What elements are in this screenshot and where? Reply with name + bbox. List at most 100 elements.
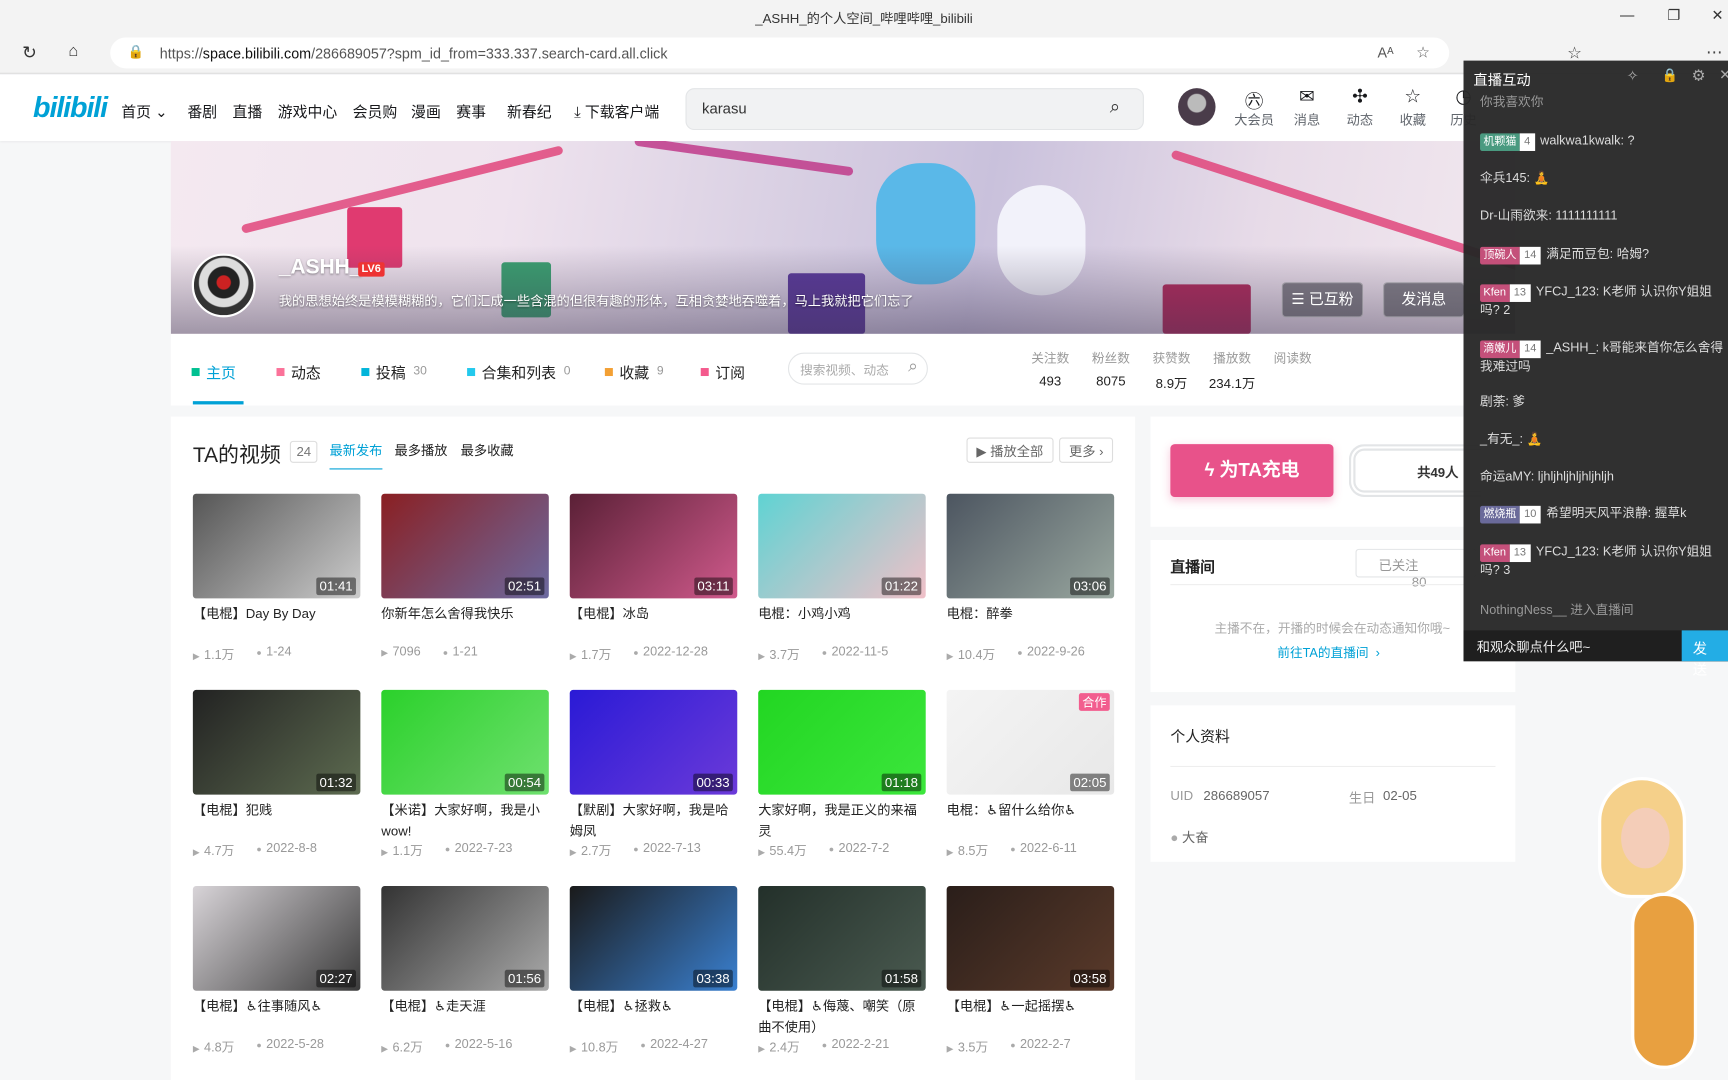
tab-1[interactable]: ■ 动态 bbox=[276, 360, 321, 382]
video-thumbnail[interactable]: 01:32 bbox=[192, 689, 361, 795]
video-title[interactable]: 【米诺】大家好啊，我是小wow! bbox=[381, 800, 549, 842]
live-followed-button[interactable]: 已关注80 bbox=[1355, 548, 1477, 590]
video-duration: 03:38 bbox=[693, 969, 733, 988]
video-thumbnail[interactable]: 00:33 bbox=[569, 689, 738, 795]
address-bar[interactable]: 🔒 https://space.bilibili.com/286689057?s… bbox=[110, 37, 1450, 69]
space-search-input[interactable]: 搜索视频、动态 ⌕ bbox=[787, 352, 928, 385]
video-thumbnail[interactable]: 01:58 bbox=[758, 886, 926, 991]
video-thumbnail[interactable]: 03:58 bbox=[946, 886, 1115, 991]
nav-shop[interactable]: 会员购 bbox=[353, 99, 398, 121]
video-title[interactable]: 【电棍】犯贱 bbox=[193, 800, 361, 842]
favorite-add-icon[interactable]: ☆ bbox=[1416, 43, 1430, 62]
video-title[interactable]: 【电棍】Day By Day bbox=[193, 604, 361, 646]
search-input[interactable]: karasu ⌕ bbox=[685, 88, 1144, 131]
sort-most-favorited[interactable]: 最多收藏 bbox=[461, 441, 514, 460]
video-title[interactable]: 大家好啊，我是正义的来福灵 bbox=[758, 800, 926, 842]
send-message-button[interactable]: 发消息 bbox=[1383, 282, 1465, 318]
video-card[interactable]: 03:11 【电棍】冰岛 1.7万 2022-12-28 bbox=[569, 493, 738, 664]
video-thumbnail[interactable]: 01:56 bbox=[381, 886, 549, 991]
video-card[interactable]: 02:51 你新年怎么舍得我快乐 7096 1-21 bbox=[381, 493, 549, 659]
header-vip[interactable]: ㊅大会员 bbox=[1232, 86, 1276, 129]
video-title[interactable]: 【电棍】♿侮蔑、嘲笑（原曲不使用） bbox=[758, 996, 926, 1038]
video-title[interactable]: 电棍：小鸡小鸡 bbox=[758, 604, 926, 646]
header-favorites[interactable]: ☆ 收藏 bbox=[1391, 86, 1435, 129]
video-thumbnail[interactable]: 02:51 bbox=[381, 493, 549, 599]
more-button[interactable]: 更多 › bbox=[1059, 437, 1114, 463]
nav-live[interactable]: 直播 bbox=[233, 99, 263, 121]
nav-download[interactable]: ⤓ 下载客户端 bbox=[574, 99, 659, 121]
video-card[interactable]: 01:22 电棍：小鸡小鸡 3.7万 2022-11-5 bbox=[758, 493, 926, 664]
stat-2[interactable]: 获赞数 8.9万 bbox=[1144, 349, 1199, 392]
video-card[interactable]: 00:54 【米诺】大家好啊，我是小wow! 1.1万 2022-7-23 bbox=[381, 689, 549, 860]
close-icon[interactable]: ✕ bbox=[1719, 66, 1728, 84]
video-title[interactable]: 【默剧】大家好啊，我是哈姆凤 bbox=[570, 800, 738, 842]
video-card[interactable]: 03:58 【电棍】♿一起摇摆♿ 3.5万 2022-2-7 bbox=[946, 886, 1115, 1056]
video-card[interactable]: 00:33 【默剧】大家好啊，我是哈姆凤 2.7万 2022-7-13 bbox=[569, 689, 738, 860]
header-messages[interactable]: ✉ 消息 bbox=[1285, 86, 1329, 129]
stat-3[interactable]: 播放数 234.1万 bbox=[1205, 349, 1260, 392]
tab-4[interactable]: ■ 收藏 9 bbox=[604, 360, 664, 382]
video-title[interactable]: 电棍：醉拳 bbox=[947, 604, 1115, 646]
lock-icon[interactable]: 🔒 bbox=[1662, 67, 1678, 82]
sort-most-played[interactable]: 最多播放 bbox=[395, 441, 448, 460]
stat-4[interactable]: 阅读数 bbox=[1265, 349, 1320, 373]
video-title[interactable]: 【电棍】♿走天涯 bbox=[381, 996, 549, 1038]
video-thumbnail[interactable]: 01:18 bbox=[758, 689, 926, 795]
minimize-icon[interactable]: — bbox=[1620, 7, 1634, 24]
go-live-link[interactable]: 前往TA的直播间 › bbox=[1277, 644, 1380, 662]
close-icon[interactable]: ✕ bbox=[1711, 7, 1723, 25]
profile-avatar[interactable] bbox=[191, 253, 256, 318]
stat-1[interactable]: 粉丝数 8075 bbox=[1083, 349, 1138, 389]
search-icon[interactable]: ⌕ bbox=[1110, 96, 1121, 118]
bilibili-logo[interactable]: bilibili bbox=[33, 90, 108, 124]
video-thumbnail[interactable]: 03:06 bbox=[946, 493, 1115, 599]
video-card[interactable]: 03:06 电棍：醉拳 10.4万 2022-9-26 bbox=[946, 493, 1115, 664]
video-card[interactable]: 03:38 【电棍】♿拯救♿ 10.8万 2022-4-27 bbox=[569, 886, 738, 1056]
video-thumbnail[interactable]: 01:22 bbox=[758, 493, 926, 599]
video-title[interactable]: 你新年怎么舍得我快乐 bbox=[381, 604, 549, 646]
home-icon[interactable]: ⌂ bbox=[68, 42, 78, 61]
video-card[interactable]: 02:27 【电棍】♿往事随风♿ 4.8万 2022-5-28 bbox=[192, 886, 361, 1056]
video-card[interactable]: 01:56 【电棍】♿走天涯 6.2万 2022-5-16 bbox=[381, 886, 549, 1056]
more-icon[interactable]: ⋯ bbox=[1706, 42, 1723, 62]
video-title[interactable]: 【电棍】♿往事随风♿ bbox=[193, 996, 361, 1038]
video-card[interactable]: 01:18 大家好啊，我是正义的来福灵 55.4万 2022-7-2 bbox=[758, 689, 926, 860]
send-button[interactable]: 发送 bbox=[1681, 630, 1728, 678]
nav-newyear[interactable]: 新春纪 bbox=[507, 99, 552, 121]
nav-home[interactable]: 首页 ⌄ bbox=[121, 99, 167, 121]
video-thumbnail[interactable]: 02:27 bbox=[192, 886, 361, 991]
video-title[interactable]: 【电棍】♿一起摇摆♿ bbox=[947, 996, 1115, 1038]
tab-5[interactable]: ■ 订阅 bbox=[700, 360, 745, 382]
video-card[interactable]: 01:32 【电棍】犯贱 4.7万 2022-8-8 bbox=[192, 689, 361, 860]
effects-icon[interactable]: ✧ bbox=[1627, 67, 1639, 85]
read-aloud-icon[interactable]: Aᴬ bbox=[1378, 44, 1394, 61]
user-avatar[interactable] bbox=[1178, 88, 1216, 126]
mutual-follow-button[interactable]: ☰ 已互粉 bbox=[1281, 282, 1364, 318]
video-title[interactable]: 【电棍】♿拯救♿ bbox=[570, 996, 738, 1038]
stat-0[interactable]: 关注数 493 bbox=[1023, 349, 1078, 389]
settings-icon[interactable]: ⚙ bbox=[1692, 66, 1706, 85]
video-thumbnail[interactable]: 03:11 bbox=[569, 493, 738, 599]
nav-anime[interactable]: 番剧 bbox=[187, 99, 217, 121]
nav-manga[interactable]: 漫画 bbox=[411, 99, 441, 121]
video-thumbnail[interactable]: 合作 02:05 bbox=[946, 689, 1115, 795]
nav-match[interactable]: 赛事 bbox=[456, 99, 486, 121]
refresh-icon[interactable]: ↻ bbox=[22, 42, 37, 64]
nav-game[interactable]: 游戏中心 bbox=[278, 99, 338, 121]
tab-2[interactable]: ■ 投稿 30 bbox=[360, 360, 426, 382]
sort-latest[interactable]: 最新发布 bbox=[329, 441, 383, 470]
header-dynamic[interactable]: ✣ 动态 bbox=[1338, 86, 1382, 129]
video-thumbnail[interactable]: 03:38 bbox=[569, 886, 738, 991]
video-title[interactable]: 电棍：♿留什么给你♿ bbox=[947, 800, 1115, 842]
video-card[interactable]: 01:41 【电棍】Day By Day 1.1万 1-24 bbox=[192, 493, 361, 664]
play-all-button[interactable]: ▶ 播放全部 bbox=[966, 437, 1054, 463]
video-thumbnail[interactable]: 01:41 bbox=[192, 493, 361, 599]
tab-0[interactable]: ■ 主页 bbox=[191, 360, 236, 382]
video-card[interactable]: 01:58 【电棍】♿侮蔑、嘲笑（原曲不使用） 2.4万 2022-2-21 bbox=[758, 886, 926, 1056]
video-thumbnail[interactable]: 00:54 bbox=[381, 689, 549, 795]
maximize-icon[interactable]: ❐ bbox=[1667, 7, 1680, 25]
tab-3[interactable]: ■ 合集和列表 0 bbox=[466, 360, 570, 382]
video-card[interactable]: 合作 02:05 电棍：♿留什么给你♿ 8.5万 2022-6-11 bbox=[946, 689, 1115, 860]
charge-button[interactable]: ϟ 为TA充电 bbox=[1170, 444, 1334, 498]
video-title[interactable]: 【电棍】冰岛 bbox=[570, 604, 738, 646]
